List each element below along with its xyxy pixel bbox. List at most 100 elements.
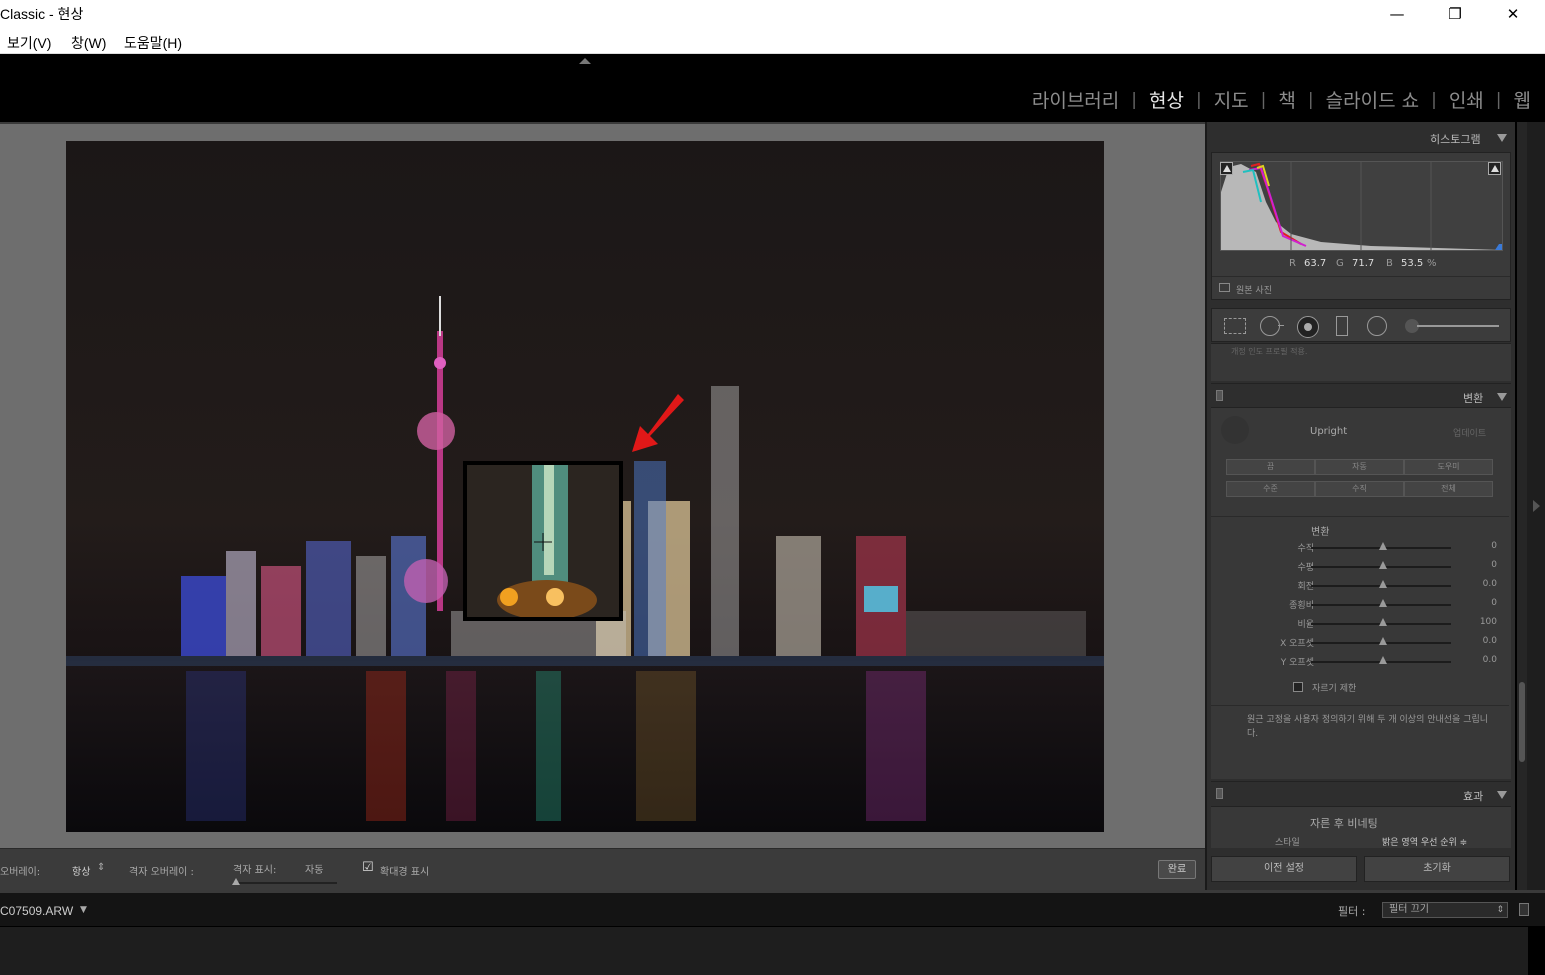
tool-strip: [1211, 308, 1511, 342]
original-photo-checkbox[interactable]: [1219, 283, 1230, 292]
effects-toggle-icon[interactable]: [1216, 788, 1223, 799]
module-separator: |: [1260, 89, 1267, 110]
histogram-title[interactable]: 히스토그램: [1430, 131, 1481, 147]
constrain-crop-checkbox[interactable]: [1293, 682, 1303, 692]
constrain-crop-label: 자르기 제한: [1312, 684, 1357, 694]
loupe-magnifier[interactable]: [463, 461, 623, 621]
collapse-right-panel-icon[interactable]: [1533, 500, 1540, 512]
transform-toggle-icon[interactable]: [1216, 390, 1223, 401]
scrollbar-thumb[interactable]: [1519, 682, 1525, 762]
upright-level-button[interactable]: 수준: [1226, 481, 1315, 497]
slider-horizontal[interactable]: 수평 0: [1211, 558, 1511, 576]
slider-knob[interactable]: [1379, 599, 1387, 607]
spot-removal-icon[interactable]: [1260, 316, 1280, 336]
slider-knob[interactable]: [1379, 561, 1387, 569]
effects-title: 효과: [1463, 790, 1484, 803]
module-slideshow[interactable]: 슬라이드 쇼: [1326, 86, 1419, 113]
shadow-clipping-icon[interactable]: [1220, 162, 1233, 175]
filter-select[interactable]: 필터 끄기 ⇕: [1382, 902, 1508, 918]
filmstrip-header: C07509.ARW ▼ 필터 : 필터 끄기 ⇕: [0, 890, 1545, 926]
done-button[interactable]: 완료: [1158, 860, 1196, 879]
slider-y-offset[interactable]: Y 오프셋 0.0: [1211, 653, 1511, 671]
slider-value[interactable]: 0: [1491, 541, 1497, 551]
crop-tool-icon[interactable]: [1224, 318, 1246, 334]
effects-collapse-icon[interactable]: [1497, 791, 1507, 799]
filename-dropdown-icon[interactable]: ▼: [80, 905, 87, 915]
module-separator: |: [1495, 89, 1502, 110]
collapse-top-panel-icon[interactable]: [579, 58, 591, 64]
menu-help[interactable]: 도움말(H): [124, 33, 182, 53]
loupe-checkbox[interactable]: ☑: [362, 860, 374, 875]
menu-view[interactable]: 보기(V): [7, 33, 51, 53]
original-photo-label: 원본 사진: [1236, 286, 1272, 296]
effects-header[interactable]: 효과: [1211, 781, 1511, 805]
green-label: G: [1336, 258, 1344, 269]
module-web[interactable]: 웹: [1514, 86, 1531, 113]
upright-vertical-button[interactable]: 수직: [1315, 481, 1404, 497]
radial-filter-icon[interactable]: [1367, 316, 1387, 336]
histogram-collapse-icon[interactable]: [1497, 134, 1507, 142]
filmstrip[interactable]: [0, 926, 1528, 975]
filmstrip-lock-icon[interactable]: [1519, 903, 1529, 916]
transform-header[interactable]: 변환: [1211, 383, 1511, 407]
slider-knob[interactable]: [1379, 542, 1387, 550]
upright-reset-icon[interactable]: [1221, 416, 1249, 444]
current-filename[interactable]: C07509.ARW: [0, 904, 73, 918]
maximize-button[interactable]: ❐: [1426, 0, 1484, 30]
highlight-clipping-icon[interactable]: [1488, 162, 1501, 175]
brush-slider[interactable]: [1417, 325, 1499, 327]
slider-knob[interactable]: [1379, 656, 1387, 664]
slider-knob[interactable]: [1379, 637, 1387, 645]
slider-value[interactable]: 100: [1480, 617, 1497, 627]
grid-show-label: 격자 표시:: [233, 865, 277, 876]
overlay-select-icon[interactable]: ⇕: [97, 862, 105, 873]
percent-unit: %: [1427, 258, 1437, 269]
red-eye-icon[interactable]: [1297, 316, 1319, 338]
slider-scale[interactable]: 비율 100: [1211, 615, 1511, 633]
slider-knob[interactable]: [1379, 618, 1387, 626]
slider-value[interactable]: 0: [1491, 560, 1497, 570]
update-button[interactable]: 업데이트: [1453, 426, 1486, 439]
upright-guided-button[interactable]: 도우미: [1404, 459, 1493, 475]
transform-collapse-icon[interactable]: [1497, 393, 1507, 401]
style-select[interactable]: 밝은 영역 우선 순위 ≑: [1382, 835, 1467, 848]
graduated-filter-icon[interactable]: [1336, 316, 1348, 336]
grid-show-select[interactable]: 자동: [305, 861, 323, 876]
module-picker: 라이브러리 | 현상 | 지도 | 책 | 슬라이드 쇼 | 인쇄 | 웹: [0, 54, 1545, 122]
grid-size-knob[interactable]: [232, 878, 240, 885]
histogram-graph: [1220, 161, 1503, 251]
module-print[interactable]: 인쇄: [1449, 86, 1484, 113]
module-library[interactable]: 라이브러리: [1032, 86, 1119, 113]
overlay-select[interactable]: 항상: [72, 863, 90, 878]
effects-panel: 자른 후 비네팅 스타일 밝은 영역 우선 순위 ≑: [1211, 806, 1511, 848]
slider-value[interactable]: 0: [1491, 598, 1497, 608]
slider-x-offset[interactable]: X 오프셋 0.0: [1211, 634, 1511, 652]
guides-hint-text: 원근 고정을 사용자 정의하기 위해 두 개 이상의 안내선을 그립니다.: [1247, 715, 1489, 739]
close-button[interactable]: ✕: [1484, 0, 1542, 30]
slider-value[interactable]: 0.0: [1483, 579, 1497, 589]
slider-rotate[interactable]: 회전 0.0: [1211, 577, 1511, 595]
upright-off-button[interactable]: 끔: [1226, 459, 1315, 475]
slider-value[interactable]: 0.0: [1483, 636, 1497, 646]
module-develop[interactable]: 현상: [1149, 86, 1184, 113]
transform-title: 변환: [1463, 392, 1484, 405]
previous-settings-button[interactable]: 이전 설정: [1211, 856, 1357, 882]
slider-vertical[interactable]: 수직 0: [1211, 539, 1511, 557]
upright-auto-button[interactable]: 자동: [1315, 459, 1404, 475]
minimize-button[interactable]: —: [1368, 0, 1426, 30]
filter-select-arrows-icon: ⇕: [1496, 905, 1504, 915]
upright-full-button[interactable]: 전체: [1404, 481, 1493, 497]
reset-button[interactable]: 초기화: [1364, 856, 1510, 882]
overlay-label: 오버레이:: [0, 867, 41, 878]
grid-overlay-label: 격자 오버레이 :: [129, 867, 194, 878]
module-map[interactable]: 지도: [1214, 86, 1249, 113]
slider-value[interactable]: 0.0: [1483, 655, 1497, 665]
menu-window[interactable]: 창(W): [71, 33, 106, 53]
slider-knob[interactable]: [1379, 580, 1387, 588]
grid-size-slider[interactable]: [233, 882, 337, 884]
title-bar: Classic - 현상 — ❐ ✕: [0, 0, 1545, 30]
module-book[interactable]: 책: [1278, 86, 1295, 113]
slider-aspect[interactable]: 종횡비 0: [1211, 596, 1511, 614]
right-panel-scrollbar[interactable]: [1517, 122, 1527, 890]
module-separator: |: [1131, 89, 1137, 110]
